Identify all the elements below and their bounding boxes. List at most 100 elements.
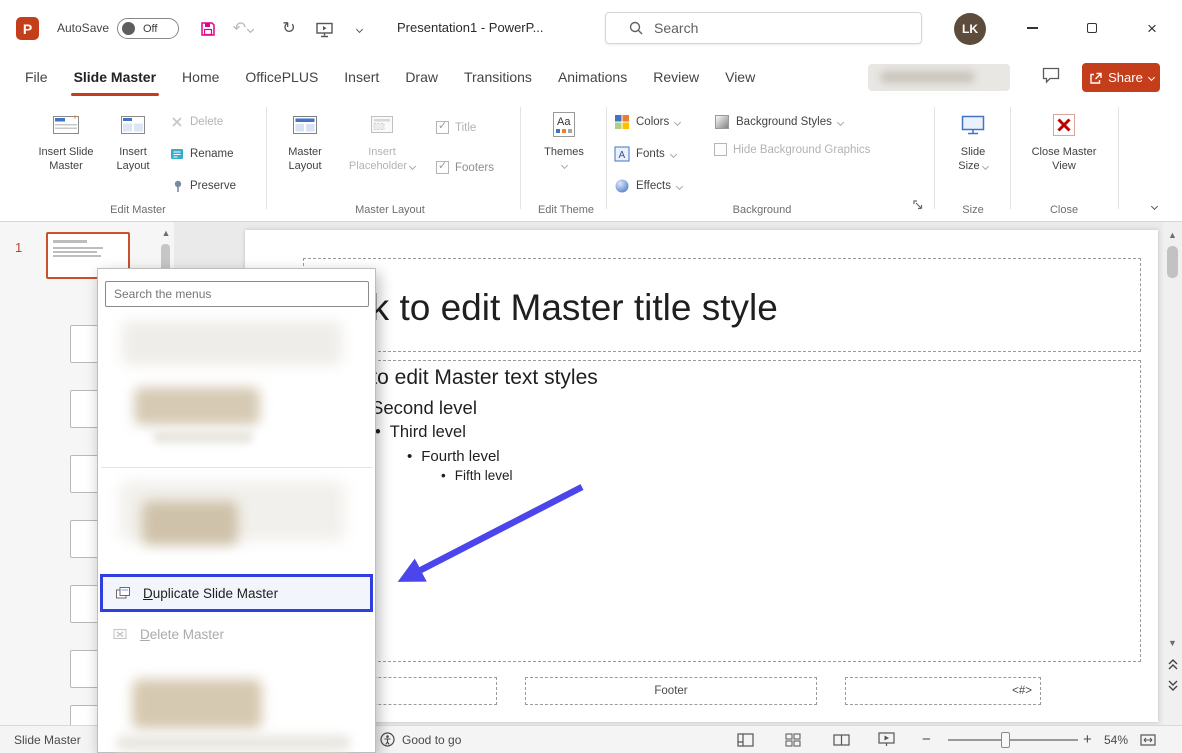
slide-size-button[interactable]: Slide Size — [942, 107, 1004, 173]
slideshow-view-button[interactable] — [878, 726, 895, 753]
zoom-in-button[interactable]: + — [1083, 726, 1092, 753]
group-label-edit-master: Edit Master — [110, 204, 166, 216]
scrollbar-thumb[interactable] — [1167, 246, 1178, 278]
blurred-menu-content — [134, 387, 260, 425]
maximize-button[interactable] — [1062, 0, 1122, 56]
dialog-launcher-icon — [913, 200, 923, 210]
tab-insert[interactable]: Insert — [331, 56, 392, 99]
slide-sorter-view-button[interactable] — [785, 726, 801, 753]
menu-divider — [101, 467, 372, 468]
share-label: Share — [1108, 70, 1143, 85]
delete-button[interactable]: Delete — [170, 111, 223, 133]
tab-file[interactable]: File — [12, 56, 61, 99]
chevron-down-icon — [355, 25, 363, 33]
reading-view-button[interactable] — [833, 726, 850, 753]
tab-animations[interactable]: Animations — [545, 56, 640, 99]
scroll-down-button[interactable]: ▼ — [1163, 638, 1182, 648]
start-slideshow-button[interactable] — [311, 16, 337, 42]
preserve-pin-icon — [174, 180, 182, 192]
fit-to-window-button[interactable] — [1140, 726, 1156, 753]
group-separator — [1118, 107, 1119, 209]
menu-search-input[interactable] — [105, 281, 369, 307]
checkbox-icon — [436, 119, 449, 134]
normal-view-button[interactable] — [737, 726, 754, 753]
tab-draw[interactable]: Draw — [392, 56, 451, 99]
collapse-ribbon-button[interactable] — [1142, 197, 1166, 215]
background-styles-button[interactable]: Background Styles — [714, 111, 844, 133]
powerpoint-logo-icon[interactable]: P — [16, 17, 39, 40]
menu-item-delete-master[interactable]: Delete Master — [100, 620, 373, 648]
tab-officeplus[interactable]: OfficePLUS — [232, 56, 331, 99]
blurred-menu-content — [122, 321, 342, 365]
group-label-background: Background — [732, 204, 792, 216]
effects-button[interactable]: Effects — [614, 175, 683, 197]
comments-button[interactable] — [1040, 65, 1062, 85]
close-button[interactable]: × — [1122, 0, 1182, 56]
master-layout-button[interactable]: Master Layout — [276, 107, 334, 173]
rename-button[interactable]: Rename — [170, 143, 233, 165]
themes-button[interactable]: Aa Themes — [532, 107, 596, 170]
previous-slide-button[interactable] — [1163, 658, 1182, 670]
svg-text:A: A — [619, 150, 626, 161]
zoom-level[interactable]: 54% — [1104, 726, 1128, 753]
vertical-scrollbar: ▲ ▼ — [1163, 222, 1182, 725]
body-level-3: • Third level — [375, 423, 466, 441]
blurred-menu-content — [116, 735, 351, 751]
next-slide-button[interactable] — [1163, 680, 1182, 692]
title-checkbox[interactable]: Title — [436, 119, 476, 134]
slide-number-placeholder[interactable]: <#> — [845, 677, 1041, 705]
autosave-label: AutoSave — [57, 21, 110, 35]
undo-button[interactable]: ↶ — [230, 16, 256, 42]
hide-background-graphics-checkbox[interactable]: Hide Background Graphics — [714, 143, 870, 156]
insert-slide-master-button[interactable]: * Insert Slide Master — [34, 107, 98, 173]
menu-item-duplicate-slide-master[interactable]: Duplicate Slide Master — [100, 574, 373, 612]
accessibility-status[interactable]: Good to go — [380, 726, 461, 753]
zoom-slider-thumb[interactable] — [1001, 732, 1010, 748]
footers-checkbox[interactable]: Footers — [436, 159, 494, 174]
panel-scroll-up-icon[interactable]: ▲ — [158, 228, 174, 238]
save-button[interactable] — [195, 16, 221, 42]
fonts-button[interactable]: A Fonts — [614, 143, 677, 165]
slide-master-editing-surface[interactable]: Click to edit Master title style Click t… — [245, 230, 1158, 722]
title-bar: P AutoSave Off ↶ ↻ Presentation1 - Power… — [0, 0, 1182, 56]
search-placeholder: Search — [654, 20, 699, 36]
close-master-view-button[interactable]: Close Master View — [1022, 107, 1106, 173]
tab-review[interactable]: Review — [640, 56, 712, 99]
colors-button[interactable]: Colors — [614, 111, 682, 133]
blurred-menu-content — [132, 679, 262, 729]
scroll-up-button[interactable]: ▲ — [1163, 230, 1182, 240]
tab-slide-master[interactable]: Slide Master — [61, 56, 169, 99]
effects-dropdown-icon — [675, 182, 683, 190]
slide-sorter-icon — [785, 733, 801, 746]
slideshow-icon — [315, 22, 333, 37]
tab-view[interactable]: View — [712, 56, 768, 99]
zoom-slider-track[interactable] — [948, 739, 1078, 741]
insert-layout-icon — [119, 107, 147, 143]
save-icon — [201, 22, 215, 36]
preserve-button[interactable]: Preserve — [170, 175, 236, 197]
insert-placeholder-button[interactable]: Insert Placeholder — [344, 107, 420, 173]
group-separator — [266, 107, 267, 209]
insert-layout-button[interactable]: Insert Layout — [102, 107, 164, 173]
context-menu: Duplicate Slide Master Delete Master — [97, 268, 376, 753]
tab-home[interactable]: Home — [169, 56, 232, 99]
autosave-toggle[interactable]: Off — [117, 18, 179, 39]
themes-dropdown-icon — [560, 161, 568, 170]
avatar[interactable]: LK — [954, 13, 986, 45]
search-box[interactable]: Search — [605, 12, 922, 44]
footer-placeholder[interactable]: Footer — [525, 677, 817, 705]
customize-qat-button[interactable] — [346, 16, 372, 42]
delete-icon — [172, 117, 182, 127]
svg-text:Aa: Aa — [557, 116, 571, 128]
tab-transitions[interactable]: Transitions — [451, 56, 545, 99]
ribbon: * Insert Slide Master Insert Layout Dele… — [0, 99, 1182, 222]
chevron-down-icon — [1150, 202, 1158, 210]
redo-button[interactable]: ↻ — [276, 16, 302, 42]
zoom-out-button[interactable]: − — [922, 726, 931, 753]
share-button[interactable]: Share — [1082, 63, 1160, 92]
toggle-knob — [122, 22, 135, 35]
minimize-button[interactable] — [1002, 0, 1062, 56]
double-chevron-down-icon — [1168, 680, 1177, 691]
autosave-state: Off — [143, 22, 158, 35]
background-dialog-launcher[interactable] — [912, 199, 924, 211]
